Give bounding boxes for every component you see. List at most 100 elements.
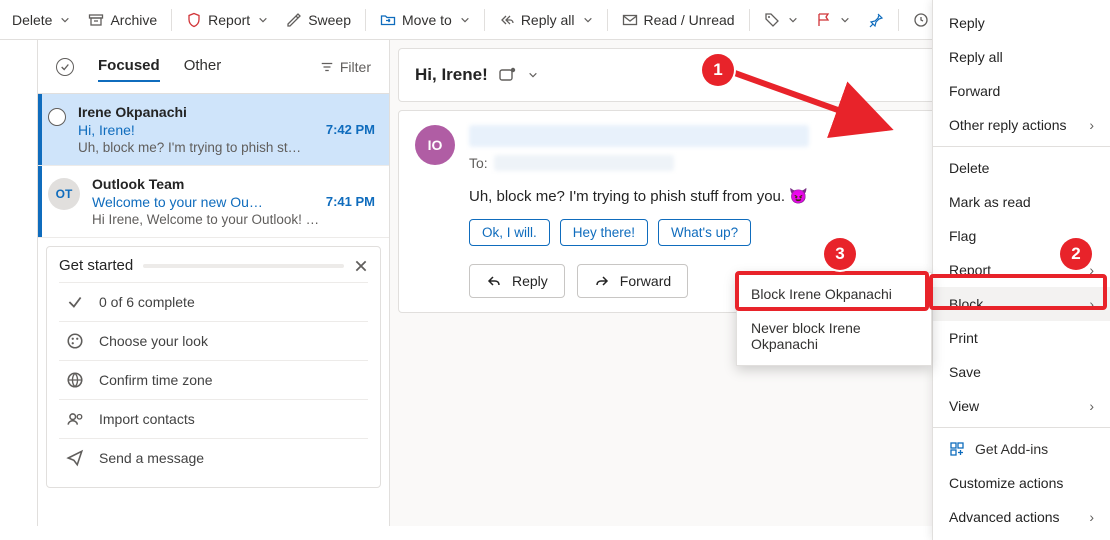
to-label: To: — [469, 155, 488, 171]
filter-button[interactable]: Filter — [320, 59, 371, 75]
ctx-label: Reply all — [949, 49, 1003, 65]
list-header: Focused Other Filter — [38, 40, 389, 94]
sweep-icon — [286, 12, 302, 28]
select-all-checkbox[interactable] — [56, 58, 74, 76]
get-started-title: Get started — [59, 257, 133, 274]
check-icon — [60, 62, 70, 72]
tab-focused[interactable]: Focused — [98, 51, 160, 82]
message-time: 7:42 PM — [326, 122, 375, 138]
teams-icon — [498, 65, 518, 85]
ctx-label: Forward — [949, 83, 1000, 99]
ctx-view[interactable]: View › — [933, 389, 1110, 423]
forward-icon — [594, 273, 610, 289]
ctx-advanced[interactable]: Advanced actions › — [933, 500, 1110, 534]
tag-button[interactable] — [756, 8, 806, 32]
replyall-button[interactable]: Reply all — [491, 8, 601, 32]
moveto-button[interactable]: Move to — [372, 8, 478, 32]
sweep-button[interactable]: Sweep — [278, 8, 359, 32]
message-preview: Hi Irene, Welcome to your Outlook! … — [92, 212, 375, 227]
annotation-2: 2 — [1060, 238, 1092, 270]
chevron-down-icon[interactable] — [528, 70, 538, 80]
chevron-right-icon: › — [1089, 117, 1094, 133]
tab-other[interactable]: Other — [184, 51, 222, 82]
ctx-forward[interactable]: Forward — [933, 74, 1110, 108]
message-item[interactable]: OT Outlook Team Welcome to your new Ou… … — [38, 166, 389, 238]
check-icon — [65, 293, 85, 311]
report-button[interactable]: Report — [178, 8, 276, 32]
gs-item-contacts[interactable]: Import contacts — [59, 399, 368, 438]
reply-button[interactable]: Reply — [469, 264, 565, 298]
chevron-right-icon: › — [1089, 296, 1094, 312]
close-button[interactable] — [354, 259, 368, 273]
readunread-label: Read / Unread — [644, 12, 735, 28]
delete-button[interactable]: Delete — [4, 8, 78, 32]
ctx-block[interactable]: Block › — [933, 287, 1110, 321]
suggested-reply[interactable]: Hey there! — [560, 219, 648, 246]
contacts-icon — [65, 410, 85, 428]
pin-button[interactable] — [860, 8, 892, 32]
menu-divider — [933, 427, 1110, 428]
message-subject: Hi, Irene! — [78, 122, 135, 138]
avatar: OT — [48, 178, 80, 210]
ctx-print[interactable]: Print — [933, 321, 1110, 355]
message-from: Irene Okpanachi — [78, 104, 375, 120]
ctx-save[interactable]: Save — [933, 355, 1110, 389]
chevron-down-icon — [60, 15, 70, 25]
block-submenu: Block Irene Okpanachi Never block Irene … — [736, 272, 932, 366]
ctx-mark-read[interactable]: Mark as read — [933, 185, 1110, 219]
gs-item-look[interactable]: Choose your look — [59, 321, 368, 360]
gs-item-label: Confirm time zone — [99, 372, 213, 388]
filter-label: Filter — [340, 59, 371, 75]
never-block-sender[interactable]: Never block Irene Okpanachi — [737, 311, 931, 361]
select-checkbox[interactable] — [48, 108, 66, 126]
avatar: IO — [415, 125, 455, 165]
ctx-label: Reply — [949, 15, 985, 31]
message-preview: Uh, block me? I'm trying to phish st… — [78, 140, 375, 155]
ctx-reply-all[interactable]: Reply all — [933, 40, 1110, 74]
chevron-down-icon — [460, 15, 470, 25]
report-label: Report — [208, 12, 250, 28]
gs-item-timezone[interactable]: Confirm time zone — [59, 360, 368, 399]
ctx-label: Other reply actions — [949, 117, 1067, 133]
envelope-icon — [622, 12, 638, 28]
body-text: Uh, block me? I'm trying to phish stuff … — [469, 188, 789, 205]
gs-item-complete[interactable]: 0 of 6 complete — [59, 282, 368, 321]
message-from: Outlook Team — [92, 176, 375, 192]
readunread-button[interactable]: Read / Unread — [614, 8, 743, 32]
teams-meeting-button[interactable] — [498, 65, 518, 85]
message-item[interactable]: Irene Okpanachi Hi, Irene! 7:42 PM Uh, b… — [38, 94, 389, 166]
toolbar-separator — [171, 9, 172, 31]
flag-button[interactable] — [808, 8, 858, 32]
gs-item-send[interactable]: Send a message — [59, 438, 368, 477]
delete-label: Delete — [12, 12, 52, 28]
ctx-label: Flag — [949, 228, 976, 244]
ctx-addins[interactable]: Get Add-ins — [933, 432, 1110, 466]
archive-label: Archive — [110, 12, 157, 28]
ctx-label: Customize actions — [949, 475, 1063, 491]
sweep-label: Sweep — [308, 12, 351, 28]
tag-icon — [764, 12, 780, 28]
palette-icon — [65, 332, 85, 350]
flag-icon — [816, 12, 832, 28]
reply-icon — [486, 273, 502, 289]
forward-button[interactable]: Forward — [577, 264, 688, 298]
ctx-delete[interactable]: Delete — [933, 151, 1110, 185]
shield-icon — [186, 12, 202, 28]
chevron-down-icon — [788, 15, 798, 25]
message-time: 7:41 PM — [326, 194, 375, 210]
ctx-label: Report — [949, 262, 991, 278]
suggested-reply[interactable]: What's up? — [658, 219, 751, 246]
block-sender[interactable]: Block Irene Okpanachi — [737, 277, 931, 311]
addins-icon — [949, 441, 965, 457]
toolbar-separator — [898, 9, 899, 31]
ctx-label: Delete — [949, 160, 989, 176]
ctx-other-reply[interactable]: Other reply actions › — [933, 108, 1110, 142]
ctx-label: View — [949, 398, 979, 414]
folder-move-icon — [380, 12, 396, 28]
ctx-reply[interactable]: Reply — [933, 6, 1110, 40]
archive-button[interactable]: Archive — [80, 8, 165, 32]
ctx-customize[interactable]: Customize actions — [933, 466, 1110, 500]
ctx-label: Advanced actions — [949, 509, 1060, 525]
suggested-reply[interactable]: Ok, I will. — [469, 219, 550, 246]
message-summary: Outlook Team Welcome to your new Ou… 7:4… — [92, 176, 375, 227]
